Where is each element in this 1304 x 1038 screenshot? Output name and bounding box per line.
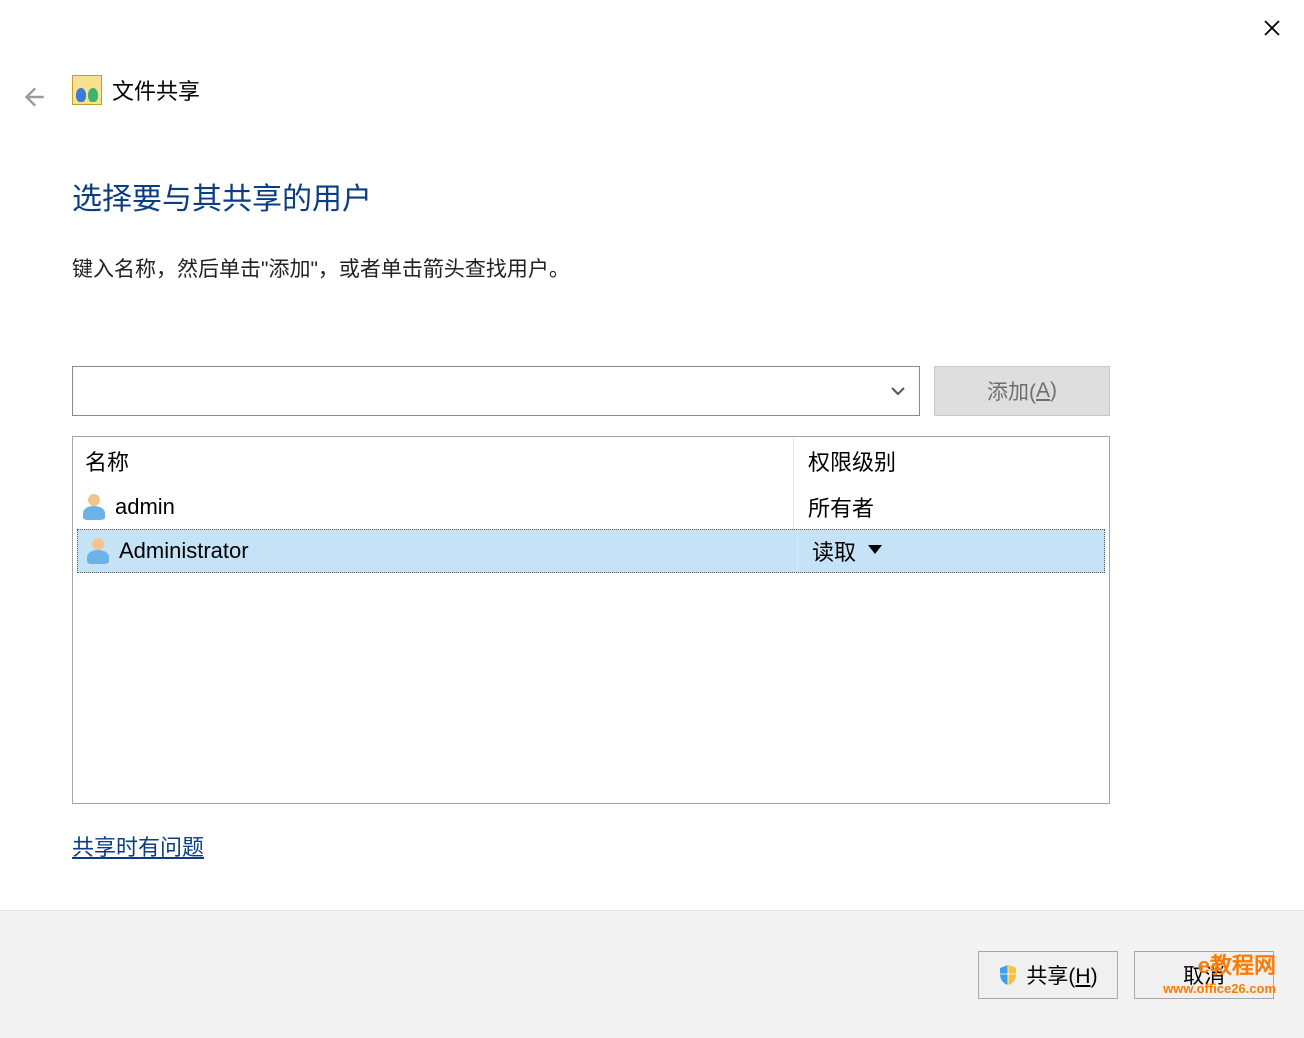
close-icon (1263, 19, 1281, 37)
chevron-down-icon (890, 383, 906, 399)
add-button: 添加(A) (934, 366, 1110, 416)
shield-icon (998, 964, 1018, 986)
back-button[interactable] (14, 78, 52, 116)
instruction-text: 键入名称，然后单击"添加"，或者单击箭头查找用户。 (72, 253, 570, 283)
caret-down-icon (866, 538, 884, 564)
cancel-label: 取消 (1183, 960, 1225, 990)
share-button[interactable]: 共享(H) (978, 951, 1118, 999)
add-label-prefix: 添加( (987, 376, 1036, 406)
add-label-key: A (1036, 379, 1050, 403)
list-item[interactable]: Administrator 读取 (77, 529, 1105, 573)
cancel-button[interactable]: 取消 (1134, 951, 1274, 999)
list-header: 名称 权限级别 (73, 437, 1109, 485)
page-heading: 选择要与其共享的用户 (72, 174, 372, 218)
add-label-suffix: ) (1050, 379, 1057, 403)
dialog-footer: 共享(H) 取消 (0, 910, 1304, 1038)
help-link[interactable]: 共享时有问题 (72, 830, 204, 862)
share-label-key: H (1075, 965, 1090, 988)
close-button[interactable] (1248, 8, 1296, 48)
user-icon (83, 494, 105, 520)
user-list[interactable]: 名称 权限级别 admin 所有者 Administrator 读取 (72, 436, 1110, 804)
user-name: admin (115, 494, 175, 520)
permission-label: 所有者 (808, 491, 874, 523)
file-sharing-icon (72, 75, 102, 105)
combo-dropdown-button[interactable] (881, 383, 915, 399)
share-label-suffix: ) (1091, 965, 1098, 988)
user-input[interactable] (83, 379, 881, 404)
user-name: Administrator (119, 538, 249, 564)
user-combobox[interactable] (72, 366, 920, 416)
share-label-prefix: 共享( (1026, 965, 1075, 988)
column-header-name[interactable]: 名称 (73, 445, 793, 477)
permission-dropdown[interactable]: 读取 (797, 529, 1105, 573)
window-title: 文件共享 (112, 74, 200, 106)
list-item[interactable]: admin 所有者 (73, 485, 1109, 529)
user-icon (87, 538, 109, 564)
back-arrow-icon (20, 84, 46, 110)
column-header-permission[interactable]: 权限级别 (793, 437, 1109, 485)
permission-label: 读取 (812, 535, 856, 567)
